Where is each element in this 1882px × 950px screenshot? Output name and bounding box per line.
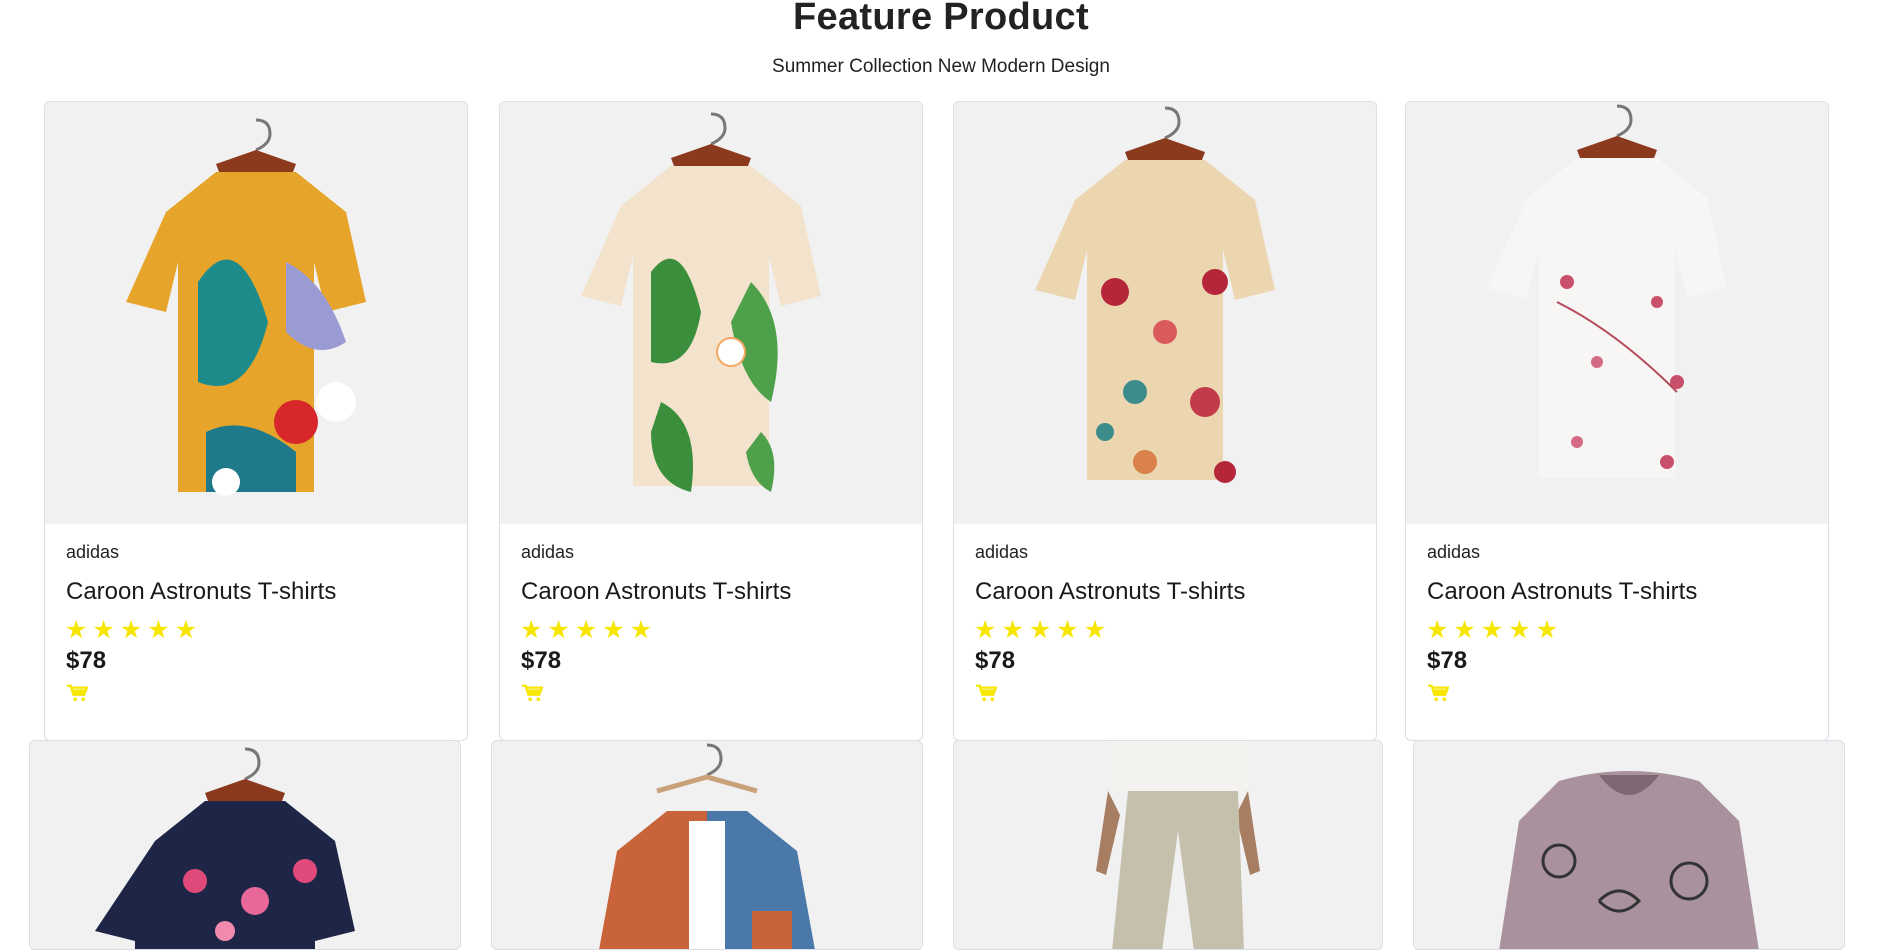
star-icon: ★ xyxy=(1535,616,1559,644)
product-image[interactable] xyxy=(492,741,922,949)
product-card[interactable] xyxy=(491,740,923,950)
star-icon: ★ xyxy=(1083,616,1107,644)
star-icon: ★ xyxy=(1480,616,1504,644)
product-card[interactable]: adidas Caroon Astronuts T-shirts ★ ★ ★ ★ ★ $… xyxy=(44,101,468,741)
product-price: $78 xyxy=(521,647,562,674)
product-image[interactable] xyxy=(954,741,1382,949)
star-icon: ★ xyxy=(1508,616,1531,644)
product-card[interactable]: adidas Caroon Astronuts T-shirts ★ ★ ★ ★ ★ $… xyxy=(1405,101,1829,741)
product-price: $78 xyxy=(66,647,107,674)
cart-icon[interactable] xyxy=(66,684,88,702)
star-icon: ★ xyxy=(1056,616,1079,644)
product-name[interactable]: Caroon Astronuts T-shirts xyxy=(975,578,1245,606)
star-icon: ★ xyxy=(65,616,88,644)
floral-shirt-green-leaf-icon xyxy=(581,112,821,492)
section-subtitle: Summer Collection New Modern Design xyxy=(772,56,1110,77)
rating-stars: ★ ★ ★ ★ ★ xyxy=(974,618,1106,643)
star-icon: ★ xyxy=(119,616,143,644)
product-card[interactable]: adidas Caroon Astronuts T-shirts ★ ★ ★ ★ ★ $… xyxy=(499,101,923,741)
navy-floral-shirt-icon xyxy=(95,747,355,949)
product-price: $78 xyxy=(1427,647,1468,674)
product-card[interactable] xyxy=(953,740,1383,950)
product-card[interactable] xyxy=(1413,740,1845,950)
rating-stars: ★ ★ ★ ★ ★ xyxy=(65,618,197,643)
product-card[interactable]: adidas Caroon Astronuts T-shirts ★ ★ ★ ★ ★ $… xyxy=(953,101,1377,741)
product-brand: adidas xyxy=(1427,542,1481,562)
section-title: Feature Product xyxy=(793,0,1089,38)
star-icon: ★ xyxy=(174,616,198,644)
star-icon: ★ xyxy=(574,616,598,644)
star-icon: ★ xyxy=(1028,616,1052,644)
product-image[interactable] xyxy=(30,741,460,949)
product-image[interactable] xyxy=(500,102,922,524)
grey-cat-print-blouse-icon xyxy=(1499,771,1759,949)
product-name[interactable]: Caroon Astronuts T-shirts xyxy=(521,578,791,606)
star-icon: ★ xyxy=(974,616,997,644)
floral-shirt-cream-roses-icon xyxy=(1035,106,1275,483)
star-icon: ★ xyxy=(602,616,625,644)
product-name[interactable]: Caroon Astronuts T-shirts xyxy=(1427,578,1697,606)
product-brand: adidas xyxy=(66,542,120,562)
product-brand: adidas xyxy=(975,542,1029,562)
orange-blue-shirt-icon xyxy=(599,743,815,949)
cart-icon[interactable] xyxy=(521,684,543,702)
star-icon: ★ xyxy=(1001,616,1024,644)
star-icon: ★ xyxy=(547,616,570,644)
rating-stars: ★ ★ ★ ★ ★ xyxy=(1426,618,1558,643)
product-brand: adidas xyxy=(521,542,575,562)
cart-icon[interactable] xyxy=(975,684,997,702)
star-icon: ★ xyxy=(1426,616,1449,644)
product-card[interactable] xyxy=(29,740,461,950)
product-image[interactable] xyxy=(1414,741,1844,949)
floral-shirt-multicolor-icon xyxy=(126,118,366,496)
cart-icon[interactable] xyxy=(1427,684,1449,702)
star-icon: ★ xyxy=(520,616,543,644)
product-image[interactable] xyxy=(45,102,467,524)
linen-pants-icon xyxy=(1096,741,1260,949)
star-icon: ★ xyxy=(147,616,170,644)
star-icon: ★ xyxy=(1453,616,1476,644)
product-image[interactable] xyxy=(1406,102,1828,524)
floral-shirt-white-pink-icon xyxy=(1487,104,1727,478)
rating-stars: ★ ★ ★ ★ ★ xyxy=(520,618,652,643)
star-icon: ★ xyxy=(629,616,653,644)
product-image[interactable] xyxy=(954,102,1376,524)
product-price: $78 xyxy=(975,647,1016,674)
star-icon: ★ xyxy=(92,616,115,644)
product-name[interactable]: Caroon Astronuts T-shirts xyxy=(66,578,336,606)
